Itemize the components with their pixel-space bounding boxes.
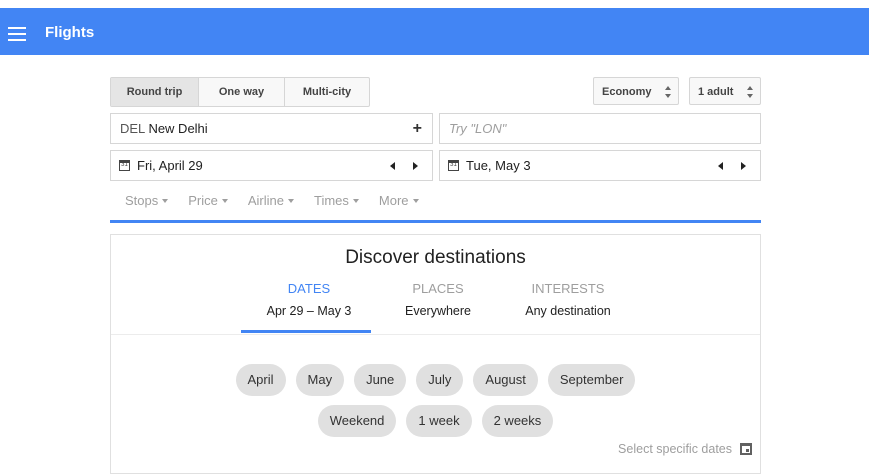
chip-july[interactable]: July	[416, 364, 464, 396]
chip-2-weeks[interactable]: 2 weeks	[481, 405, 554, 437]
filter-times[interactable]: Times	[314, 193, 359, 208]
tab-value: Any destination	[525, 304, 611, 318]
calendar-icon: 31	[119, 160, 130, 171]
filter-bar: Stops Price Airline Times More	[125, 193, 439, 208]
tab-places[interactable]: PLACES Everywhere	[373, 281, 503, 318]
destination-field[interactable]	[439, 113, 761, 144]
trip-type-selector: Round trip One way Multi-city	[110, 77, 370, 107]
destination-input[interactable]	[449, 121, 739, 136]
updown-icon	[665, 86, 672, 98]
chip-may[interactable]: May	[295, 364, 345, 396]
origin-field[interactable]: DEL New Delhi +	[110, 113, 433, 144]
calendar-icon	[740, 443, 752, 455]
specific-dates-label: Select specific dates	[618, 442, 732, 456]
cabin-class-select[interactable]: Economy	[593, 77, 679, 105]
app-bar: Flights	[0, 8, 869, 55]
round-trip-button[interactable]: Round trip	[111, 78, 199, 106]
filter-more[interactable]: More	[379, 193, 419, 208]
filter-label: Price	[188, 193, 218, 208]
tab-label: INTERESTS	[531, 281, 605, 296]
chip-april[interactable]: April	[235, 364, 286, 396]
chip-september[interactable]: September	[547, 364, 636, 396]
active-tab-indicator	[241, 330, 371, 333]
app-title: Flights	[45, 24, 95, 41]
dropdown-caret-icon	[352, 198, 359, 203]
chip-august[interactable]: August	[473, 364, 538, 396]
tab-label: DATES	[287, 281, 331, 296]
dropdown-caret-icon	[412, 198, 419, 203]
prev-arrow-icon[interactable]	[390, 162, 395, 170]
select-specific-dates-link[interactable]: Select specific dates	[618, 442, 752, 456]
return-date-field[interactable]: 31 Tue, May 3	[439, 150, 761, 181]
next-arrow-icon[interactable]	[413, 162, 418, 170]
filter-airline[interactable]: Airline	[248, 193, 294, 208]
dropdown-caret-icon	[162, 198, 169, 203]
chip-weekend[interactable]: Weekend	[317, 405, 397, 437]
next-arrow-icon[interactable]	[741, 162, 746, 170]
filter-label: Airline	[247, 193, 284, 208]
one-way-button[interactable]: One way	[199, 78, 285, 106]
multi-city-button[interactable]: Multi-city	[285, 78, 369, 106]
passengers-value: 1 adult	[698, 86, 734, 98]
plus-icon[interactable]: +	[413, 114, 422, 143]
tab-interests[interactable]: INTERESTS Any destination	[503, 281, 633, 318]
date-stepper	[718, 162, 746, 170]
progress-divider	[110, 220, 761, 223]
top-strip	[0, 0, 869, 8]
tab-label: PLACES	[412, 281, 464, 296]
divider	[111, 334, 760, 335]
discover-title: Discover destinations	[345, 247, 526, 268]
tab-value: Everywhere	[405, 304, 471, 318]
chip-1-week[interactable]: 1 week	[406, 405, 472, 437]
dropdown-caret-icon	[288, 198, 294, 203]
filter-label: Stops	[125, 193, 159, 208]
chip-june[interactable]: June	[354, 364, 407, 396]
tab-value: Apr 29 – May 3	[266, 304, 352, 318]
departure-date-field[interactable]: 31 Fri, April 29	[110, 150, 433, 181]
filter-label: More	[378, 193, 409, 208]
passengers-select[interactable]: 1 adult	[689, 77, 761, 105]
updown-icon	[747, 86, 754, 98]
tab-dates[interactable]: DATES Apr 29 – May 3	[244, 281, 374, 318]
departure-date: Fri, April 29	[137, 158, 203, 173]
cabin-class-value: Economy	[602, 86, 652, 98]
month-chips: April May June July August September	[111, 364, 760, 396]
calendar-icon: 31	[448, 160, 459, 171]
origin-code: DEL	[120, 121, 145, 136]
date-stepper	[390, 162, 418, 170]
filter-price[interactable]: Price	[188, 193, 228, 208]
origin-city: New Delhi	[148, 121, 208, 136]
duration-chips: Weekend 1 week 2 weeks	[111, 405, 760, 437]
filter-label: Times	[314, 193, 349, 208]
discover-panel: Discover destinations DATES Apr 29 – May…	[110, 234, 761, 474]
filter-stops[interactable]: Stops	[125, 193, 169, 208]
prev-arrow-icon[interactable]	[718, 162, 723, 170]
dropdown-caret-icon	[221, 198, 228, 203]
return-date: Tue, May 3	[466, 158, 531, 173]
menu-icon[interactable]	[8, 27, 26, 41]
